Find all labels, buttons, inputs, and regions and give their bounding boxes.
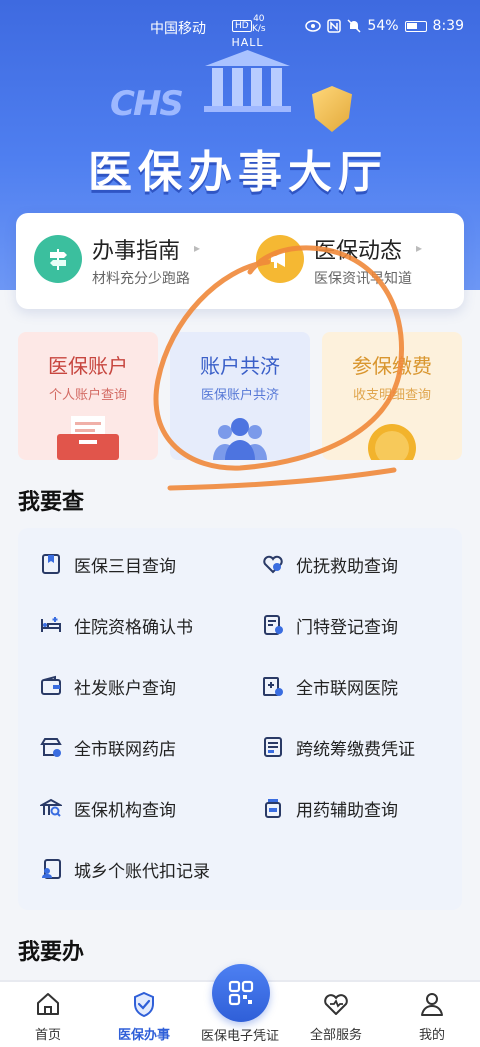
- tab-medical-affairs[interactable]: 医保办事: [96, 990, 192, 1043]
- document-tray-icon: [57, 416, 119, 460]
- guide-card: 办事指南 ▸ 材料充分少跑路 医保动态 ▸ 医保资讯早知道: [16, 213, 464, 309]
- query-label: 跨统筹缴费凭证: [296, 739, 415, 760]
- user-group-icon: [213, 418, 267, 460]
- profile-icon: [421, 993, 443, 1016]
- tab-label: 首页: [34, 1028, 61, 1043]
- query-label: 优抚救助查询: [296, 556, 398, 577]
- hospital-bed-icon: [41, 617, 61, 632]
- guide-title: 办事指南: [92, 239, 181, 264]
- guide-subtitle: 医保资讯早知道: [314, 271, 412, 287]
- e-voucher-qr-button[interactable]: [212, 964, 270, 1022]
- medicine-bottle-icon: [265, 799, 281, 818]
- query-label: 全市联网药店: [74, 739, 176, 760]
- page-title: 医保办事大厅: [88, 147, 388, 198]
- query-list: 医保三目查询 优抚救助查询 住院资格确认书 门特登记查询 社发账户查询 全市联网…: [18, 528, 462, 910]
- tab-label: 医保电子凭证: [200, 1029, 279, 1044]
- register-form-icon: [264, 615, 283, 635]
- query-label: 社发账户查询: [74, 678, 176, 699]
- tab-label: 医保办事: [117, 1028, 170, 1043]
- user-record-icon: [42, 859, 61, 879]
- section-title-query: 我要查: [18, 490, 85, 515]
- receipt-icon: [264, 737, 282, 757]
- query-item[interactable]: 全市联网医院: [262, 666, 398, 706]
- query-item[interactable]: 跨统筹缴费凭证: [262, 727, 415, 767]
- guide-item-office[interactable]: 办事指南 ▸ 材料充分少跑路: [34, 233, 244, 289]
- wallet-icon: [41, 675, 61, 695]
- hall-label: HALL: [231, 36, 264, 49]
- tile-medical-account[interactable]: 医保账户 个人账户查询: [18, 332, 158, 460]
- query-label: 全市联网医院: [296, 678, 398, 699]
- eye-icon: [305, 20, 322, 32]
- clock: 8:39: [432, 18, 464, 34]
- pharmacy-icon: [40, 738, 62, 757]
- guide-title: 医保动态: [314, 239, 403, 264]
- tab-home[interactable]: 首页: [0, 990, 96, 1043]
- hd-badge: HD: [232, 20, 252, 32]
- chevron-right-icon: ▸: [416, 241, 423, 255]
- section-title-handle: 我要办: [18, 940, 85, 965]
- mute-bell-icon: [347, 19, 361, 33]
- net-speed-value: 40: [253, 14, 265, 24]
- guide-item-news[interactable]: 医保动态 ▸ 医保资讯早知道: [256, 233, 466, 289]
- tile-subtitle: 个人账户查询: [48, 388, 127, 403]
- tile-subtitle: 医保账户共济: [200, 388, 279, 403]
- nfc-icon: [327, 19, 342, 33]
- carrier-name: 中国移动: [150, 21, 206, 37]
- tab-label: 全部服务: [309, 1028, 362, 1043]
- query-item[interactable]: 用药辅助查询: [262, 788, 398, 828]
- query-item[interactable]: 住院资格确认书: [40, 605, 193, 645]
- net-speed-unit: K/s: [252, 24, 266, 34]
- chevron-right-icon: ▸: [194, 241, 201, 255]
- query-item[interactable]: 全市联网药店: [40, 727, 176, 767]
- signpost-icon: [34, 235, 82, 283]
- battery-percent: 54%: [367, 18, 399, 34]
- megaphone-icon: [256, 235, 304, 283]
- tile-subtitle: 收支明细查询: [352, 388, 431, 403]
- network-hospital-icon: [263, 677, 283, 696]
- battery-icon: [404, 20, 427, 32]
- feature-tiles: 医保账户 个人账户查询 账户共济 医保账户共济 参保缴费 收支明细查询: [18, 332, 462, 462]
- heart-service-icon: [324, 994, 348, 1015]
- tile-title: 账户共济: [200, 354, 280, 378]
- bookmark-book-icon: [42, 554, 60, 574]
- query-item[interactable]: 优抚救助查询: [262, 544, 398, 584]
- home-icon: [37, 993, 59, 1015]
- status-right: 54% 8:39: [305, 18, 464, 34]
- hall-building-illustration: HALL: [200, 36, 295, 112]
- query-label: 医保三目查询: [74, 556, 176, 577]
- query-item[interactable]: 城乡个账代扣记录: [40, 849, 210, 889]
- tile-title: 参保缴费: [352, 354, 432, 378]
- query-label: 用药辅助查询: [296, 800, 398, 821]
- shield-check-icon: [134, 991, 154, 1018]
- query-item[interactable]: 医保机构查询: [40, 788, 176, 828]
- tab-mine[interactable]: 我的: [384, 990, 480, 1043]
- qr-code-icon: [228, 980, 254, 1006]
- chs-logo: CHS: [110, 84, 184, 124]
- tab-label: 我的: [418, 1028, 445, 1043]
- query-item[interactable]: 医保三目查询: [40, 544, 176, 584]
- query-label: 城乡个账代扣记录: [74, 861, 210, 882]
- query-item[interactable]: 门特登记查询: [262, 605, 398, 645]
- guide-subtitle: 材料充分少跑路: [92, 271, 190, 287]
- query-label: 住院资格确认书: [74, 617, 193, 638]
- query-item[interactable]: 社发账户查询: [40, 666, 176, 706]
- query-label: 门特登记查询: [296, 617, 398, 638]
- tile-account-sharing[interactable]: 账户共济 医保账户共济: [170, 332, 310, 460]
- tab-e-voucher[interactable]: 医保电子凭证: [192, 1023, 288, 1044]
- gold-shield-icon: [312, 86, 352, 132]
- institution-search-icon: [40, 798, 62, 817]
- tab-all-services[interactable]: 全部服务: [288, 990, 384, 1043]
- coin-icon: [368, 424, 416, 460]
- tile-insurance-payment[interactable]: 参保缴费 收支明细查询: [322, 332, 462, 460]
- tile-title: 医保账户: [48, 354, 128, 378]
- query-label: 医保机构查询: [74, 800, 176, 821]
- net-speed: 40 K/s: [252, 14, 266, 34]
- heart-hand-icon: [263, 555, 283, 574]
